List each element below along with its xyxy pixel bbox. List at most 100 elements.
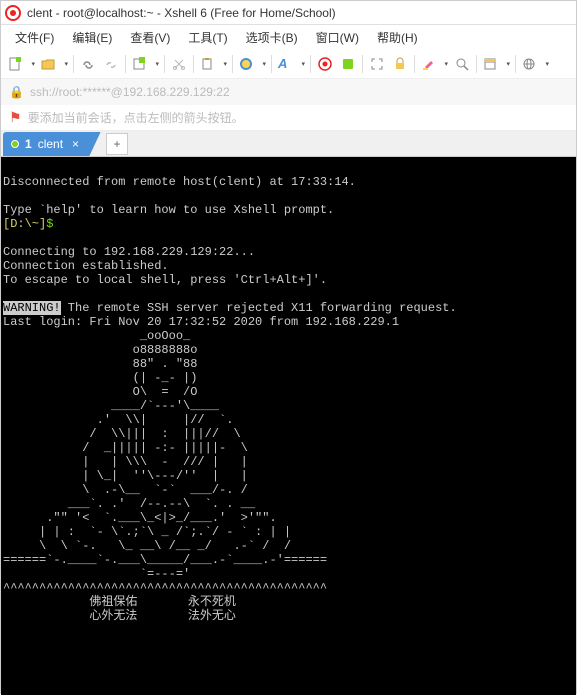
cut-button[interactable] — [168, 53, 190, 75]
chevron-down-icon: ▾ — [545, 60, 549, 68]
separator — [164, 55, 165, 73]
ascii-art: ."" '< `.___\_<|>_/___.' >'"". — [3, 511, 277, 525]
chevron-down-icon: ▾ — [301, 60, 305, 68]
menu-tools[interactable]: 工具(T) — [180, 27, 235, 48]
separator — [271, 55, 272, 73]
ascii-art: 88" . "88 — [3, 357, 197, 371]
xftp-icon — [341, 57, 355, 71]
new-session-button[interactable]: ▾ — [5, 53, 37, 75]
separator — [232, 55, 233, 73]
link-icon — [81, 57, 95, 71]
add-tab-button[interactable]: + — [106, 133, 128, 155]
ascii-art: \ \ `-. \_ __\ /__ _/ .-` / / — [3, 539, 291, 553]
menu-edit[interactable]: 编辑(E) — [64, 27, 120, 48]
plus-icon: + — [114, 137, 121, 151]
term-line: Last login: Fri Nov 20 17:32:52 2020 fro… — [3, 315, 399, 329]
reconnect-button[interactable] — [77, 53, 99, 75]
properties-button[interactable]: ▾ — [129, 53, 161, 75]
ascii-art: \ .-\__ `-` ___/-. / — [3, 483, 248, 497]
marker-icon — [421, 57, 435, 71]
separator — [414, 55, 415, 73]
color-scheme-button[interactable]: ▾ — [236, 53, 268, 75]
chevron-down-icon: ▾ — [31, 60, 35, 68]
ascii-art: .' \\| |// `. — [3, 413, 233, 427]
chevron-down-icon: ▾ — [506, 60, 510, 68]
fullscreen-icon — [370, 57, 384, 71]
term-line: Connection established. — [3, 259, 169, 273]
window-title: clent - root@localhost:~ - Xshell 6 (Fre… — [27, 6, 336, 20]
encoding-button[interactable]: ▾ — [519, 53, 551, 75]
hintbar: ⚑ 要添加当前会话，点击左侧的箭头按钮。 — [1, 105, 576, 131]
term-line: Type `help' to learn how to use Xshell p… — [3, 203, 334, 217]
separator — [515, 55, 516, 73]
addressbar[interactable]: 🔒 ssh://root:******@192.168.229.129:22 — [1, 79, 576, 105]
separator — [73, 55, 74, 73]
search-icon — [455, 57, 469, 71]
toolbar: ▾ ▾ ▾ ▾ ▾ A ▾ — [1, 49, 576, 79]
broken-link-icon — [104, 57, 118, 71]
tabstrip: 1 clent × + — [1, 131, 576, 157]
ascii-art: o8888888o — [3, 343, 197, 357]
ascii-art: / _||||| -:- |||||- \ — [3, 441, 248, 455]
warning-label: WARNING! — [3, 301, 61, 315]
menu-view[interactable]: 查看(V) — [122, 27, 178, 48]
separator — [362, 55, 363, 73]
lock-button[interactable] — [389, 53, 411, 75]
hint-text: 要添加当前会话，点击左侧的箭头按钮。 — [28, 109, 244, 126]
ascii-art: | \_| ''\---/'' | | — [3, 469, 248, 483]
globe-icon — [522, 57, 536, 71]
ascii-art: O\ = /O — [3, 385, 197, 399]
paste-button[interactable]: ▾ — [197, 53, 229, 75]
chevron-down-icon: ▾ — [155, 60, 159, 68]
ascii-art: `=---=' — [3, 567, 190, 581]
prompt-dollar: $ — [46, 217, 53, 231]
fullscreen-button[interactable] — [366, 53, 388, 75]
find-button[interactable] — [451, 53, 473, 75]
lock-icon: 🔒 — [9, 85, 24, 99]
layout-button[interactable]: ▾ — [480, 53, 512, 75]
menu-tabs[interactable]: 选项卡(B) — [238, 27, 306, 48]
titlebar: clent - root@localhost:~ - Xshell 6 (Fre… — [1, 1, 576, 25]
term-line: To escape to local shell, press 'Ctrl+Al… — [3, 273, 327, 287]
clipboard-icon — [200, 57, 214, 71]
bless-line: 心外无法 法外无心 — [3, 609, 236, 623]
xshell-logo-icon — [5, 5, 21, 21]
ascii-art: _ooOoo_ — [3, 329, 190, 343]
ascii-art: | | : `- \`.;`\ _ /`;.`/ - ` : | | — [3, 525, 291, 539]
tab-label: clent — [38, 137, 63, 151]
prompt-path: [D:\~] — [3, 217, 46, 231]
scissors-icon — [172, 57, 186, 71]
properties-icon — [132, 57, 146, 71]
term-line: Connecting to 192.168.229.129:22... — [3, 245, 255, 259]
xshell-button[interactable] — [314, 53, 336, 75]
tab-edge — [88, 132, 102, 156]
folder-icon — [41, 57, 55, 71]
highlight-button[interactable]: ▾ — [418, 53, 450, 75]
chevron-down-icon: ▾ — [64, 60, 68, 68]
document-icon — [8, 57, 22, 71]
menu-window[interactable]: 窗口(W) — [308, 27, 367, 48]
xftp-button[interactable] — [337, 53, 359, 75]
ascii-art: ____/`---'\____ — [3, 399, 219, 413]
lock-icon — [393, 57, 407, 71]
separator — [193, 55, 194, 73]
term-line: Disconnected from remote host(clent) at … — [3, 175, 356, 189]
bless-line: 佛祖保佑 永不死机 — [3, 595, 236, 609]
font-button[interactable]: A ▾ — [275, 53, 307, 75]
ascii-art: / \\||| : |||// \ — [3, 427, 241, 441]
tab-index: 1 — [25, 137, 32, 151]
session-tab[interactable]: 1 clent × — [3, 132, 102, 156]
close-tab-button[interactable]: × — [69, 137, 82, 151]
menu-help[interactable]: 帮助(H) — [369, 27, 426, 48]
warning-rest: The remote SSH server rejected X11 forwa… — [61, 301, 457, 315]
circle-icon — [239, 57, 253, 71]
separator — [125, 55, 126, 73]
menu-file[interactable]: 文件(F) — [7, 27, 62, 48]
disconnect-button[interactable] — [100, 53, 122, 75]
status-dot-icon — [11, 140, 19, 148]
open-session-button[interactable]: ▾ — [38, 53, 70, 75]
ascii-art: ^^^^^^^^^^^^^^^^^^^^^^^^^^^^^^^^^^^^^^^^… — [3, 581, 327, 595]
terminal[interactable]: Disconnected from remote host(clent) at … — [1, 157, 576, 695]
separator — [476, 55, 477, 73]
chevron-down-icon: ▾ — [444, 60, 448, 68]
